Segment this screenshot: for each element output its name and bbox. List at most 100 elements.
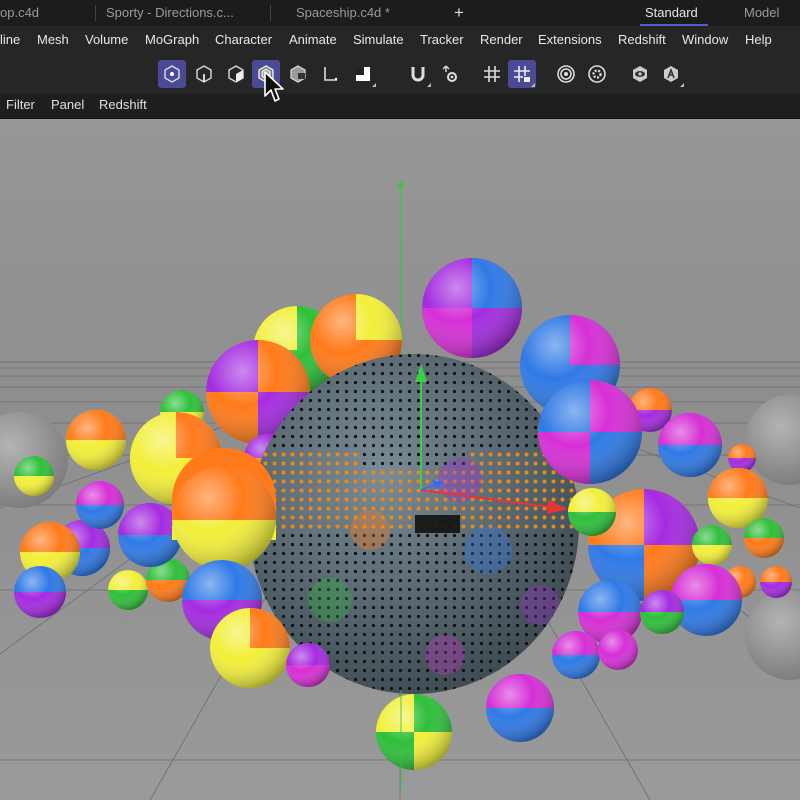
render-region-button[interactable]	[552, 60, 580, 88]
tab-divider	[270, 5, 271, 21]
menu-label: MoGraph	[145, 32, 200, 47]
layout-label: Model	[744, 5, 780, 20]
points-mode-button[interactable]	[158, 60, 186, 88]
submenu-indicator-icon	[427, 83, 431, 87]
beach-ball	[552, 631, 600, 679]
ghost-sphere	[745, 590, 800, 680]
menu-label: Filter	[6, 97, 35, 112]
solo-mode-button[interactable]	[349, 60, 377, 88]
texture-mode-button[interactable]	[284, 60, 312, 88]
viewport-menu-panel[interactable]: Panel	[51, 94, 84, 118]
3d-viewport[interactable]	[0, 119, 800, 800]
axis-lock-button[interactable]	[657, 60, 685, 88]
solo-mode-icon	[356, 67, 370, 81]
beach-ball	[376, 694, 452, 770]
viewport-menu-redshift[interactable]: Redshift	[99, 94, 147, 118]
tab-label: Spaceship.c4d *	[296, 5, 390, 20]
tab-divider	[95, 5, 96, 21]
beach-ball	[66, 410, 126, 470]
menu-simulate[interactable]: Simulate	[353, 26, 404, 54]
beach-ball	[486, 674, 554, 742]
viewport-menu-filter[interactable]: Filter	[6, 94, 35, 118]
grid-icon	[484, 66, 500, 82]
document-tab-bar: op.c4d Sporty - Directions.c... Spaceshi…	[0, 0, 800, 26]
texture-mode-icon	[290, 65, 306, 83]
beach-ball	[568, 488, 616, 536]
polygons-mode-button[interactable]	[222, 60, 250, 88]
snap-settings-button[interactable]	[436, 60, 464, 88]
menu-window[interactable]: Window	[682, 26, 728, 54]
tab-label: op.c4d	[0, 5, 40, 20]
menu-label: Panel	[51, 97, 85, 112]
menu-label: Volume	[85, 32, 129, 47]
snap-button[interactable]	[404, 60, 432, 88]
polygons-mode-icon	[228, 65, 244, 83]
beach-ball	[108, 570, 148, 610]
beach-ball	[760, 566, 792, 598]
viewport-scene	[0, 181, 800, 800]
beach-ball	[76, 481, 124, 529]
beach-ball	[658, 413, 722, 477]
menu-label: Help	[745, 32, 772, 47]
menu-extensions[interactable]: Extensions	[538, 26, 602, 54]
menu-mesh[interactable]: Mesh	[37, 26, 69, 54]
mouse-cursor-icon	[264, 71, 284, 102]
tab-op-file[interactable]: op.c4d	[0, 0, 88, 26]
tab-label: Sporty - Directions.c...	[106, 5, 234, 20]
menu-redshift[interactable]: Redshift	[618, 26, 666, 54]
layout-model-tab[interactable]: Model	[744, 0, 779, 26]
beach-ball	[422, 258, 522, 358]
menu-volume[interactable]: Volume	[85, 26, 128, 54]
submenu-indicator-icon	[680, 83, 684, 87]
menu-label: Simulate	[353, 32, 404, 47]
menu-character[interactable]: Character	[215, 26, 272, 54]
beach-ball	[598, 630, 638, 670]
beach-ball	[640, 590, 684, 634]
menu-label: Tracker	[420, 32, 464, 47]
render-settings-button[interactable]	[583, 60, 611, 88]
ghost-sphere	[745, 395, 800, 485]
edges-mode-button[interactable]	[190, 60, 218, 88]
menu-mograph[interactable]: MoGraph	[145, 26, 199, 54]
beach-ball	[692, 525, 732, 565]
beach-ball	[670, 564, 742, 636]
beach-ball	[728, 444, 756, 472]
beach-ball	[172, 448, 276, 570]
mode-toolbar	[0, 54, 800, 94]
beach-ball	[744, 518, 784, 558]
beach-ball	[210, 608, 290, 688]
workplane-snap-button[interactable]	[508, 60, 536, 88]
magnet-snap-icon	[411, 67, 425, 82]
menu-help[interactable]: Help	[745, 26, 772, 54]
beach-ball	[538, 380, 642, 484]
menu-label: Redshift	[618, 32, 666, 47]
submenu-indicator-icon	[372, 83, 376, 87]
view-visibility-button[interactable]	[626, 60, 654, 88]
menu-label: Render	[480, 32, 523, 47]
layout-label: Standard	[645, 5, 698, 20]
axis-mode-button[interactable]	[316, 60, 344, 88]
menu-label: Extensions	[538, 32, 602, 47]
new-tab-button[interactable]: +	[454, 0, 464, 26]
main-menu-bar: line Mesh Volume MoGraph Character Anima…	[0, 26, 800, 54]
viewport-menu-bar: Filter Panel Redshift	[0, 94, 800, 119]
tab-sporty-directions[interactable]: Sporty - Directions.c...	[106, 0, 266, 26]
grid-button[interactable]	[478, 60, 506, 88]
layout-standard-tab[interactable]: Standard	[645, 0, 698, 26]
snap-settings-icon	[442, 65, 457, 82]
menu-label: Animate	[289, 32, 337, 47]
beach-ball	[14, 566, 66, 618]
axis-lock-icon	[664, 66, 678, 82]
menu-label: Mesh	[37, 32, 69, 47]
tab-spaceship[interactable]: Spaceship.c4d *	[296, 0, 416, 26]
menu-label: Redshift	[99, 97, 147, 112]
axis-mode-icon	[324, 67, 338, 81]
menu-spline[interactable]: line	[0, 26, 20, 54]
render-region-icon	[557, 65, 575, 83]
menu-render[interactable]: Render	[480, 26, 523, 54]
world-axis-tip-icon	[397, 181, 405, 188]
render-settings-icon	[588, 65, 606, 83]
menu-animate[interactable]: Animate	[289, 26, 337, 54]
submenu-indicator-icon	[531, 83, 535, 87]
menu-tracker[interactable]: Tracker	[420, 26, 464, 54]
